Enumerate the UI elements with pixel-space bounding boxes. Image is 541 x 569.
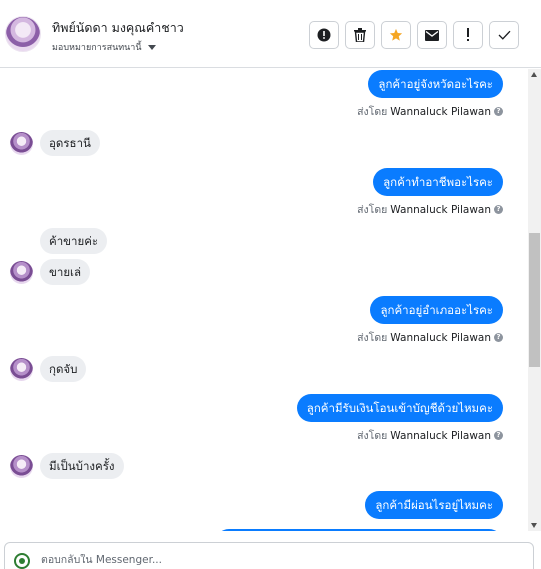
mark-done-button[interactable] [489, 21, 519, 49]
incoming-message[interactable]: กุดจับ [40, 356, 87, 382]
conversation-header: ทิพย์นัดดา มงคุณคำชาว มอบหมายการสนทนานี้ [0, 0, 541, 68]
sender-name[interactable]: Wannaluck Pilawan [390, 430, 491, 442]
outgoing-message[interactable]: ลูกค้ามีรับเงินโอนเข้าบัญชีด้วยไหมคะ [296, 394, 503, 422]
envelope-icon [425, 29, 439, 41]
mark-spam-button[interactable] [309, 21, 339, 49]
assign-label: มอบหมายการสนทนานี้ [52, 43, 142, 53]
action-toolbar [309, 21, 519, 49]
help-icon[interactable]: ? [494, 333, 503, 342]
sent-by-prefix: ส่งโดย [357, 430, 388, 442]
outgoing-message[interactable]: ลูกค้าอยู่อำเภออะไรคะ [370, 296, 503, 324]
contact-avatar-small[interactable] [10, 455, 33, 478]
mark-unread-button[interactable] [417, 21, 447, 49]
check-icon [498, 30, 510, 40]
sent-by-line: ส่งโดย Wannaluck Pilawan ? [357, 103, 503, 120]
contact-avatar-small[interactable] [10, 132, 33, 155]
scroll-down-arrow-icon[interactable] [531, 523, 537, 528]
sent-by-prefix: ส่งโดย [357, 332, 388, 344]
star-icon [389, 28, 403, 41]
scroll-thumb[interactable] [529, 233, 540, 367]
incoming-message[interactable]: ค้าขายค่ะ [40, 228, 108, 254]
reply-composer[interactable] [4, 542, 534, 569]
sent-by-line: ส่งโดย Wannaluck Pilawan ? [357, 201, 503, 218]
sender-name[interactable]: Wannaluck Pilawan [390, 106, 491, 118]
sent-by-prefix: ส่งโดย [357, 204, 388, 216]
sender-name[interactable]: Wannaluck Pilawan [390, 204, 491, 216]
sent-by-prefix: ส่งโดย [357, 106, 388, 118]
contact-avatar-small[interactable] [10, 358, 33, 381]
contact-name[interactable]: ทิพย์นัดดา มงคุณคำชาว [52, 18, 184, 38]
chevron-down-icon [147, 44, 156, 50]
reply-input[interactable] [41, 554, 501, 566]
exclamation-icon [467, 28, 469, 41]
outgoing-message[interactable]: ลูกค้าทำอาชีพอะไรคะ [373, 168, 503, 196]
help-icon[interactable]: ? [494, 205, 503, 214]
help-icon[interactable]: ? [494, 107, 503, 116]
star-button[interactable] [381, 21, 411, 49]
scroll-up-arrow-icon[interactable] [531, 72, 537, 77]
sender-name[interactable]: Wannaluck Pilawan [390, 332, 491, 344]
contact-avatar[interactable] [5, 16, 41, 52]
sent-by-line: ส่งโดย Wannaluck Pilawan ? [357, 427, 503, 444]
incoming-message[interactable]: มีเป็นบ้างครั้ง [40, 453, 124, 479]
thread-scrollbar[interactable] [528, 69, 541, 531]
outgoing-message[interactable]: ลูกค้าอยู่จังหวัดอะไรคะ [368, 70, 503, 98]
contact-avatar-small[interactable] [10, 261, 33, 284]
alert-circle-icon [317, 28, 331, 42]
trash-icon [354, 28, 366, 42]
incoming-message[interactable]: ขายเล่ [40, 259, 91, 285]
follow-up-button[interactable] [453, 21, 483, 49]
page-profile-icon [14, 553, 30, 569]
outgoing-message-partial[interactable] [215, 529, 503, 531]
assign-conversation-dropdown[interactable]: มอบหมายการสนทนานี้ [52, 40, 156, 54]
outgoing-message[interactable]: ลูกค้ามีผ่อนไรอยู่ไหมคะ [365, 491, 503, 519]
delete-button[interactable] [345, 21, 375, 49]
message-thread[interactable]: ลูกค้าอยู่จังหวัดอะไรคะ ส่งโดย Wannaluck… [0, 69, 528, 531]
sent-by-line: ส่งโดย Wannaluck Pilawan ? [357, 329, 503, 346]
incoming-message[interactable]: อุดรธานี [40, 130, 100, 156]
help-icon[interactable]: ? [494, 431, 503, 440]
